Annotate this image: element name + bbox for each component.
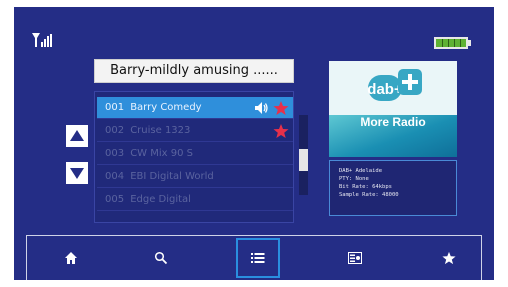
station-name: Barry Comedy — [130, 102, 202, 113]
logo-caption: More Radio — [360, 115, 426, 129]
info-bitrate: Bit Rate: 64kbps — [339, 184, 392, 190]
station-number: 004 — [105, 171, 125, 182]
station-name: CW Mix 90 S — [130, 148, 193, 159]
bottom-toolbar — [26, 235, 482, 280]
now-playing-title: Barry-mildly amusing ...... — [94, 59, 294, 83]
signal-strength-icon — [32, 32, 52, 47]
info-samplerate: Sample Rate: 48000 — [339, 192, 399, 198]
station-name: Edge Digital — [130, 194, 191, 205]
station-name: Cruise 1323 — [130, 125, 191, 136]
radio-screen: Barry-mildly amusing ...... 001 Barry Co… — [14, 7, 494, 280]
speaker-icon — [253, 100, 269, 116]
station-info-panel: DAB+ Adelaide PTY: None Bit Rate: 64kbps… — [329, 160, 457, 216]
station-item-005[interactable]: 005 Edge Digital — [97, 189, 293, 211]
list-scrollbar[interactable] — [299, 115, 308, 195]
station-item-002[interactable]: 002 Cruise 1323 — [97, 120, 293, 142]
station-number: 003 — [105, 148, 125, 159]
station-list: 001 Barry Comedy 002 Cruise 1323 003 CW … — [94, 91, 294, 223]
favorites-button[interactable] — [427, 238, 471, 278]
radio-info-button[interactable] — [333, 238, 377, 278]
up-arrow-icon — [70, 130, 84, 141]
down-arrow-icon — [70, 168, 84, 179]
dab-logo-icon: dab+ — [367, 69, 422, 101]
station-item-003[interactable]: 003 CW Mix 90 S — [97, 143, 293, 165]
info-ensemble: DAB+ Adelaide — [339, 168, 383, 174]
station-name: EBI Digital World — [130, 171, 214, 182]
battery-full-icon — [434, 34, 472, 49]
favorite-star-icon[interactable] — [273, 100, 289, 116]
favorite-star-icon[interactable] — [273, 123, 289, 139]
star-icon — [442, 251, 456, 265]
scroll-up-button[interactable] — [66, 125, 88, 147]
scrollbar-thumb[interactable] — [299, 149, 308, 171]
station-item-001[interactable]: 001 Barry Comedy — [97, 97, 293, 119]
station-number: 001 — [105, 102, 125, 113]
station-number: 005 — [105, 194, 125, 205]
search-button[interactable] — [139, 238, 183, 278]
station-logo: dab+ More Radio — [329, 61, 457, 157]
logo-wordmark: dab+ — [367, 81, 403, 98]
search-icon — [154, 251, 168, 265]
home-button[interactable] — [49, 238, 93, 278]
station-item-004[interactable]: 004 EBI Digital World — [97, 166, 293, 188]
home-icon — [65, 252, 77, 264]
list-button[interactable] — [236, 238, 280, 278]
list-icon — [251, 253, 265, 263]
scroll-down-button[interactable] — [66, 162, 88, 184]
info-pty: PTY: None — [339, 176, 369, 182]
radio-info-icon — [348, 252, 362, 264]
station-number: 002 — [105, 125, 125, 136]
